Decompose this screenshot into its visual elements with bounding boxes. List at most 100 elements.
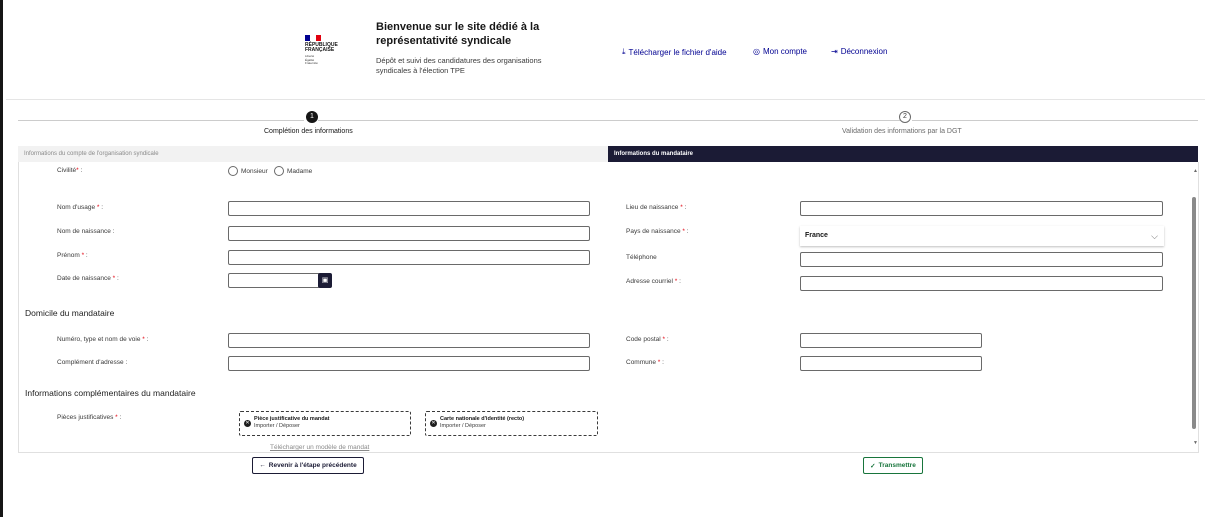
download-mandate-model-link[interactable]: Télécharger un modèle de mandat xyxy=(270,444,369,451)
postal-code-input[interactable] xyxy=(800,333,982,348)
user-circle-icon: ◎ xyxy=(753,47,760,56)
stepper-line xyxy=(18,120,304,121)
radio-madame[interactable]: Madame xyxy=(274,166,312,176)
required-marker: * xyxy=(81,252,85,259)
chevron-down-icon: ⌵ xyxy=(1151,231,1158,241)
email-input[interactable] xyxy=(800,276,1163,291)
usage-name-input[interactable] xyxy=(228,201,590,216)
city-label-text: Commune xyxy=(626,359,656,366)
id-card-dropzone[interactable]: ✕ Carte nationale d'identité (recto) Imp… xyxy=(425,411,598,436)
required-marker: * xyxy=(662,336,666,343)
previous-step-button[interactable]: ← Revenir à l'étape précédente xyxy=(252,457,364,474)
domicile-section-title: Domicile du mandataire xyxy=(25,308,115,318)
radio-circle[interactable] xyxy=(274,166,284,176)
logo-title: RÉPUBLIQUE FRANÇAISE xyxy=(305,42,338,53)
logout-link[interactable]: ⇥ Déconnexion xyxy=(831,47,887,56)
step-1-indicator: 1 xyxy=(306,111,318,123)
required-marker: * xyxy=(142,336,145,343)
required-marker: * xyxy=(674,278,678,285)
calendar-icon: ▣ xyxy=(321,277,329,284)
birth-name-label: Nom de naissance : xyxy=(57,228,115,235)
email-label-text: Adresse courriel xyxy=(626,278,673,285)
dropzone-title: Carte nationale d'identité (recto) xyxy=(440,416,525,422)
birth-date-input[interactable] xyxy=(228,273,320,288)
documents-label: Pièces justificatives * : xyxy=(57,414,122,421)
site-title: Bienvenue sur le site dédié à la représe… xyxy=(376,21,540,47)
required-marker: * xyxy=(112,275,116,282)
documents-label-text: Pièces justificatives xyxy=(57,414,114,421)
postal-code-label-text: Code postal xyxy=(626,336,661,343)
required-marker: * xyxy=(657,359,661,366)
logout-icon: ⇥ xyxy=(831,47,838,56)
birth-place-label-text: Lieu de naissance xyxy=(626,204,679,211)
first-name-input[interactable] xyxy=(228,250,590,265)
postal-code-label: Code postal * : xyxy=(626,336,669,343)
scroll-down-arrow[interactable]: ▼ xyxy=(1193,440,1198,446)
street-label-text: Numéro, type et nom de voie xyxy=(57,336,141,343)
birth-name-input[interactable] xyxy=(228,226,590,241)
civility-label-text: Civilité xyxy=(57,167,77,174)
submit-button[interactable]: ✓ Transmettre xyxy=(863,457,923,474)
birth-place-label: Lieu de naissance * : xyxy=(626,204,687,211)
my-account-label: Mon compte xyxy=(762,47,808,56)
birth-country-select[interactable]: France ⌵ xyxy=(800,226,1164,246)
required-marker: * xyxy=(115,414,118,421)
phone-input[interactable] xyxy=(800,252,1163,267)
birth-country-label-text: Pays de naissance xyxy=(626,228,681,235)
stepper-line xyxy=(318,120,900,121)
birth-country-value: France xyxy=(805,232,828,239)
republique-francaise-logo[interactable]: RÉPUBLIQUE FRANÇAISE Liberté Égalité Fra… xyxy=(305,35,345,66)
city-label: Commune * : xyxy=(626,359,664,366)
mandate-document-dropzone[interactable]: ✕ Pièce justificative du mandat Importer… xyxy=(239,411,411,436)
street-label: Numéro, type et nom de voie * : xyxy=(57,336,149,343)
radio-circle[interactable] xyxy=(228,166,238,176)
flag-icon xyxy=(305,35,321,41)
scrollbar-thumb[interactable] xyxy=(1192,197,1196,429)
complementary-section-title: Informations complémentaires du mandatai… xyxy=(25,388,196,398)
arrow-left-icon: ← xyxy=(259,462,266,469)
birth-date-label-text: Date de naissance xyxy=(57,275,111,282)
required-marker: * xyxy=(680,204,683,211)
step-2-indicator: 2 xyxy=(899,111,911,123)
tab-mandataire-info[interactable]: Informations du mandataire xyxy=(608,146,1198,162)
my-account-link[interactable]: ◎ Mon compte xyxy=(753,47,807,56)
city-input[interactable] xyxy=(800,356,982,371)
check-icon: ✓ xyxy=(870,462,876,470)
step-1-label: Complétion des informations xyxy=(264,128,353,135)
street-input[interactable] xyxy=(228,333,590,348)
required-marker: * xyxy=(96,204,100,211)
usage-name-label: Nom d'usage * : xyxy=(57,204,104,211)
site-description: Dépôt et suivi des candidatures des orga… xyxy=(376,56,542,75)
submit-label: Transmettre xyxy=(878,462,916,469)
required-marker: * xyxy=(682,228,685,235)
radio-madame-label: Madame xyxy=(287,167,313,175)
logout-label: Déconnexion xyxy=(840,47,888,56)
previous-step-label: Revenir à l'étape précédente xyxy=(268,462,357,469)
birth-country-label: Pays de naissance * : xyxy=(626,228,689,235)
address-complement-label: Complément d'adresse : xyxy=(57,359,128,366)
first-name-label-text: Prénom xyxy=(57,252,80,259)
address-complement-input[interactable] xyxy=(228,356,590,371)
first-name-label: Prénom * : xyxy=(57,252,88,259)
dropzone-subtitle: Importer / Déposer xyxy=(440,423,486,429)
download-help-label: Télécharger le fichier d'aide xyxy=(628,47,727,57)
close-icon[interactable]: ✕ xyxy=(244,420,251,427)
tab-organisation-account[interactable]: Informations du compte de l'organisation… xyxy=(18,146,608,162)
required-marker: * xyxy=(76,167,79,174)
step-2-label: Validation des informations par la DGT xyxy=(842,128,962,135)
radio-monsieur-label: Monsieur xyxy=(241,167,268,175)
download-help-link[interactable]: ⤓ Télécharger le fichier d'aide xyxy=(622,47,727,57)
logo-motto: Liberté Égalité Fraternité xyxy=(305,54,318,65)
calendar-button[interactable]: ▣ xyxy=(318,273,332,288)
usage-name-label-text: Nom d'usage xyxy=(57,204,96,211)
phone-label: Téléphone xyxy=(626,254,657,261)
birth-place-input[interactable] xyxy=(800,201,1163,216)
birth-date-label: Date de naissance * : xyxy=(57,275,119,282)
scroll-up-arrow[interactable]: ▲ xyxy=(1193,168,1198,174)
download-icon: ⤓ xyxy=(622,47,626,56)
civility-label: Civilité* : xyxy=(57,167,83,174)
stepper-line xyxy=(912,120,1198,121)
email-label: Adresse courriel * : xyxy=(626,278,681,285)
radio-monsieur[interactable]: Monsieur xyxy=(228,166,268,176)
close-icon[interactable]: ✕ xyxy=(430,420,437,427)
